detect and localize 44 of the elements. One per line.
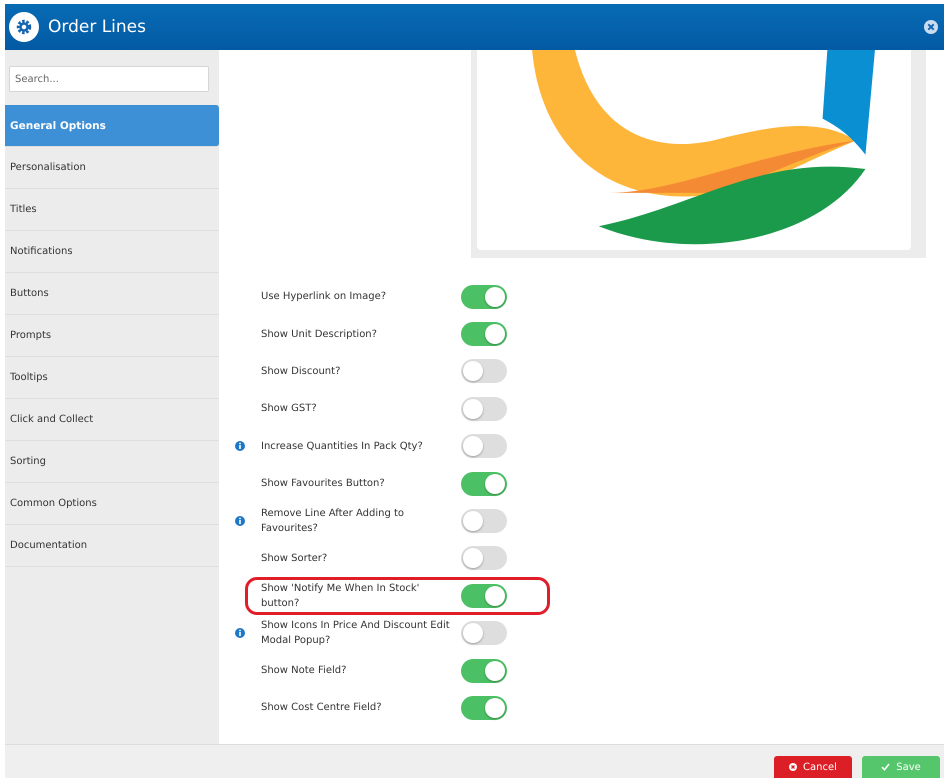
settings-icon [9, 12, 39, 42]
sidebar-item[interactable]: Titles [5, 189, 219, 231]
option-label: Show Unit Description? [261, 328, 378, 342]
cancel-button[interactable]: Cancel [774, 756, 852, 778]
option-label: Increase Quantities In Pack Qty? [261, 440, 424, 454]
sidebar-item[interactable]: Prompts [5, 315, 219, 357]
option-label: Show Sorter? [261, 552, 328, 566]
toggle-switch[interactable] [461, 621, 507, 646]
info-icon[interactable] [235, 441, 245, 452]
info-icon[interactable] [235, 516, 245, 526]
toggle-switch[interactable] [461, 509, 507, 534]
toggle-switch[interactable] [461, 434, 507, 458]
toggle-switch[interactable] [461, 284, 507, 309]
close-icon[interactable] [924, 20, 938, 34]
sidebar-item[interactable]: Notifications [5, 231, 219, 273]
sidebar-item[interactable]: Sorting [5, 441, 219, 483]
toggle-switch[interactable] [461, 322, 507, 346]
option-label: Show Note Field? [261, 664, 348, 678]
option-label: Use Hyperlink on Image? [261, 290, 388, 304]
sidebar-item[interactable]: Common Options [5, 483, 219, 525]
search-field[interactable]: Search... [9, 66, 209, 92]
option-label: Show 'Notify Me When In Stock' button? [261, 582, 420, 611]
sidebar-item[interactable]: Buttons [5, 273, 219, 315]
option-label: Show Icons In Price And Discount Edit Modal Popup? [261, 619, 451, 648]
toggle-switch[interactable] [461, 584, 507, 608]
toggle-switch[interactable] [461, 472, 507, 496]
option-label: Show Discount? [261, 364, 342, 379]
option-label: Show Favourites Button? [261, 477, 386, 492]
option-label: Remove Line After Adding to Favourites? [261, 507, 406, 536]
toggle-switch[interactable] [461, 396, 507, 421]
option-label: Show Cost Centre Field? [261, 701, 383, 716]
sidebar-item[interactable]: Documentation [5, 525, 219, 567]
info-icon[interactable] [235, 628, 245, 638]
toggle-switch[interactable] [461, 658, 507, 683]
toggle-switch[interactable] [461, 546, 507, 570]
toggle-switch[interactable] [461, 696, 507, 720]
sidebar-item[interactable]: Tooltips [5, 357, 219, 399]
option-label: Show GST? [261, 402, 318, 416]
toggle-switch[interactable] [461, 359, 507, 384]
window-title: Order Lines [48, 17, 147, 37]
sidebar-item[interactable]: Personalisation [5, 147, 219, 189]
sidebar-item[interactable]: Click and Collect [5, 399, 219, 441]
close-icon [789, 763, 798, 771]
check-icon [881, 763, 890, 771]
